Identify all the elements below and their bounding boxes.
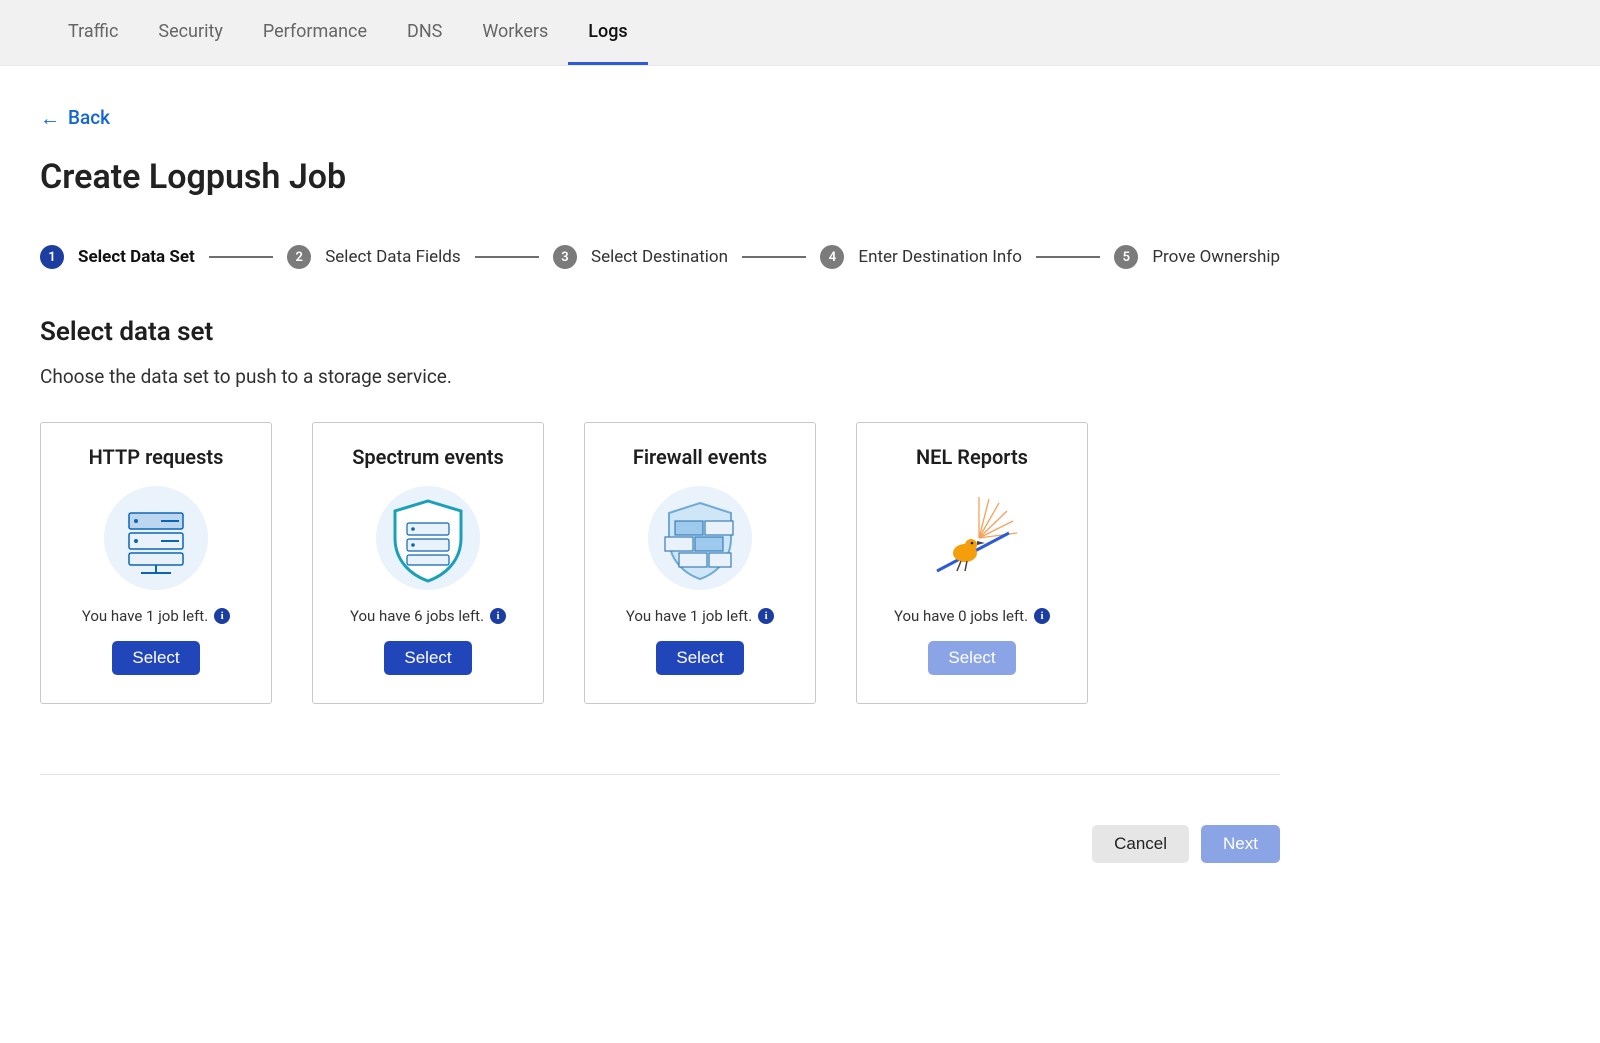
jobs-text: You have 1 job left. <box>626 607 752 625</box>
card-title: Firewall events <box>633 445 767 469</box>
back-link[interactable]: ← Back <box>40 106 110 129</box>
card-spectrum-events: Spectrum events You have 6 jobs left. i … <box>312 422 544 704</box>
step-number-badge: 3 <box>553 245 577 269</box>
jobs-text: You have 6 jobs left. <box>350 607 484 625</box>
arrow-left-icon: ← <box>40 108 60 128</box>
info-icon[interactable]: i <box>758 608 774 624</box>
tab-workers[interactable]: Workers <box>462 0 568 65</box>
stepper: 1 Select Data Set 2 Select Data Fields 3… <box>40 245 1280 269</box>
card-title: HTTP requests <box>89 445 224 469</box>
jobs-remaining: You have 0 jobs left. i <box>894 607 1050 625</box>
tab-performance[interactable]: Performance <box>243 0 387 65</box>
shield-server-icon <box>373 483 483 593</box>
next-button[interactable]: Next <box>1201 825 1280 863</box>
tab-label: Logs <box>588 21 627 42</box>
step-number-badge: 5 <box>1114 245 1138 269</box>
jobs-remaining: You have 1 job left. i <box>626 607 774 625</box>
info-icon[interactable]: i <box>214 608 230 624</box>
tab-label: Security <box>158 21 222 42</box>
tab-label: Performance <box>263 21 367 42</box>
card-title: Spectrum events <box>352 445 504 469</box>
card-nel-reports: NEL Reports <box>856 422 1088 704</box>
step-4[interactable]: 4 Enter Destination Info <box>820 245 1022 269</box>
card-title: NEL Reports <box>916 445 1028 469</box>
step-1[interactable]: 1 Select Data Set <box>40 245 195 269</box>
step-label: Prove Ownership <box>1152 247 1280 267</box>
step-label: Select Data Set <box>78 247 195 267</box>
section-title: Select data set <box>40 317 1280 347</box>
step-connector <box>475 256 539 258</box>
firewall-shield-icon <box>645 483 755 593</box>
page-title: Create Logpush Job <box>40 157 1280 197</box>
step-number-badge: 1 <box>40 245 64 269</box>
step-3[interactable]: 3 Select Destination <box>553 245 728 269</box>
step-number-badge: 4 <box>820 245 844 269</box>
server-icon <box>101 483 211 593</box>
step-label: Enter Destination Info <box>858 247 1022 267</box>
tab-label: DNS <box>407 21 442 42</box>
step-connector <box>742 256 806 258</box>
section-description: Choose the data set to push to a storage… <box>40 365 1280 388</box>
info-icon[interactable]: i <box>1034 608 1050 624</box>
card-http-requests: HTTP requests You have 1 job left. <box>40 422 272 704</box>
divider <box>40 774 1280 775</box>
back-label: Back <box>68 106 110 129</box>
footer-actions: Cancel Next <box>40 825 1280 863</box>
bird-signal-icon <box>917 483 1027 593</box>
cancel-button[interactable]: Cancel <box>1092 825 1189 863</box>
info-icon[interactable]: i <box>490 608 506 624</box>
step-label: Select Destination <box>591 247 728 267</box>
select-button: Select <box>928 641 1015 675</box>
top-nav: Traffic Security Performance DNS Workers… <box>0 0 1600 66</box>
jobs-remaining: You have 6 jobs left. i <box>350 607 506 625</box>
tab-security[interactable]: Security <box>138 0 242 65</box>
select-button[interactable]: Select <box>112 641 199 675</box>
step-connector <box>1036 256 1100 258</box>
jobs-text: You have 1 job left. <box>82 607 208 625</box>
card-firewall-events: Firewall events You have 1 job left. i S… <box>584 422 816 704</box>
tab-logs[interactable]: Logs <box>568 0 647 65</box>
step-connector <box>209 256 273 258</box>
dataset-cards: HTTP requests You have 1 job left. <box>40 422 1280 704</box>
step-label: Select Data Fields <box>325 247 460 267</box>
tab-traffic[interactable]: Traffic <box>48 0 138 65</box>
tab-dns[interactable]: DNS <box>387 0 462 65</box>
step-number-badge: 2 <box>287 245 311 269</box>
select-button[interactable]: Select <box>656 641 743 675</box>
jobs-remaining: You have 1 job left. i <box>82 607 230 625</box>
step-2[interactable]: 2 Select Data Fields <box>287 245 460 269</box>
tab-label: Traffic <box>68 21 118 42</box>
select-button[interactable]: Select <box>384 641 471 675</box>
jobs-text: You have 0 jobs left. <box>894 607 1028 625</box>
tab-label: Workers <box>482 21 548 42</box>
step-5[interactable]: 5 Prove Ownership <box>1114 245 1280 269</box>
